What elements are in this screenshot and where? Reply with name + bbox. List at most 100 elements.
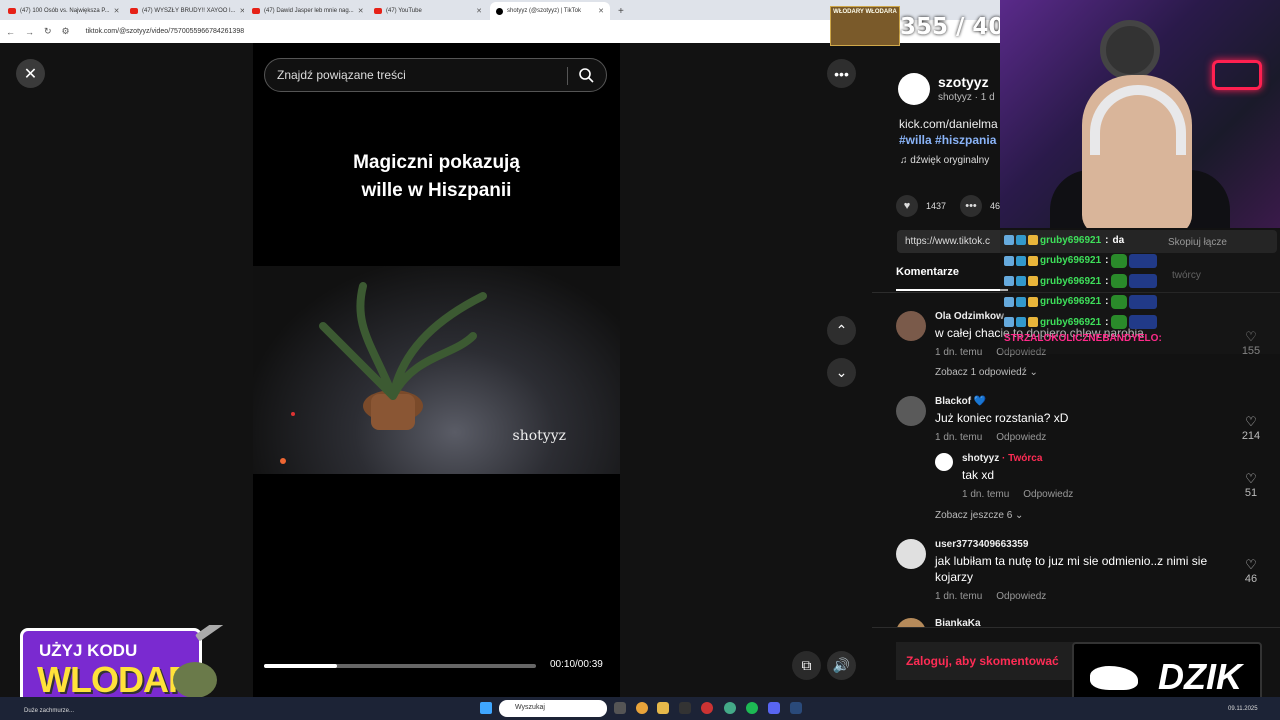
login-to-comment[interactable]: Zaloguj, aby skomentować (896, 642, 1096, 680)
taskbar-search[interactable]: Wyszukaj (499, 700, 607, 717)
pip-button[interactable]: ⧉ (792, 651, 821, 680)
chat-user: gruby696921 (1040, 275, 1102, 287)
forward-icon[interactable]: → (25, 27, 34, 37)
tab-comments[interactable]: Komentarze (896, 266, 959, 278)
reload-icon[interactable]: ↻ (44, 26, 52, 37)
close-tab-icon[interactable]: ✕ (114, 7, 120, 15)
url-field[interactable]: tiktok.com/@szotyyz/video/75700559667842… (86, 28, 245, 35)
comment-user[interactable]: Blackof 💙 (935, 396, 986, 407)
chat-user: gruby696921 (1040, 234, 1102, 246)
comment-item: BiankaKa (896, 618, 1276, 627)
author-name[interactable]: szotyyz (938, 74, 989, 90)
comment-time: 1 dn. temu (935, 591, 983, 602)
like-stat[interactable]: ♥ 1437 (896, 195, 946, 217)
browser-tab-active[interactable]: shotyyz (@szotyyz) | TikTok ✕ (490, 2, 610, 20)
chrome-icon[interactable] (636, 702, 648, 714)
taskbar: Duże zachmurze... Wyszukaj 09.11.2025 (0, 697, 1280, 720)
discord-icon[interactable] (768, 702, 780, 714)
tab-label: (47) WYSZŁY BRUDY!! XAYOO l... (142, 8, 236, 14)
music-row[interactable]: ♫ dźwięk oryginalny (900, 155, 989, 166)
progress-bar[interactable] (264, 664, 536, 668)
new-tab-icon[interactable]: + (618, 6, 624, 17)
view-replies-link[interactable]: Zobacz 1 odpowiedź ⌄ (935, 367, 1038, 378)
avatar[interactable] (935, 453, 953, 471)
comment-time: 1 dn. temu (962, 489, 1010, 500)
copy-link-button[interactable]: Skopiuj łącze (1168, 237, 1227, 248)
next-video-button[interactable]: ⌄ (827, 358, 856, 387)
comment-meta: 1 dn. temu Odpowiedz (935, 432, 1060, 443)
avatar[interactable] (896, 539, 926, 569)
spotify-icon[interactable] (746, 702, 758, 714)
comment-like[interactable]: ♡ 51 (1236, 471, 1266, 499)
video-player[interactable]: Znajdź powiązane treści Magiczni pokazuj… (253, 43, 620, 697)
music-label: dźwięk oryginalny (910, 155, 990, 166)
tiktok-icon (496, 7, 503, 15)
app-icon[interactable] (679, 702, 691, 714)
folder-icon[interactable] (657, 702, 669, 714)
avatar[interactable] (896, 396, 926, 426)
tab-label: (47) YouTube (386, 8, 422, 14)
chevron-up-icon: ⌃ (835, 322, 848, 338)
weather-widget[interactable]: Duże zachmurze... (24, 708, 74, 714)
comment-stat[interactable]: ••• 46 (960, 195, 1000, 217)
reply-link[interactable]: Odpowiedz (1023, 489, 1073, 500)
back-icon[interactable]: ← (6, 27, 15, 37)
site-info-icon[interactable]: ⚙ (62, 26, 70, 37)
emote-icon (1128, 274, 1157, 289)
heart-icon: ♥ (896, 195, 918, 217)
app-icon[interactable] (701, 702, 713, 714)
chrome-icon[interactable] (724, 702, 736, 714)
sub-badge-icon (1016, 276, 1026, 287)
search-icon[interactable] (578, 67, 594, 83)
chat-message: gruby696921: (1000, 312, 1280, 333)
close-tab-icon[interactable]: ✕ (598, 7, 604, 15)
avatar[interactable] (896, 311, 926, 341)
task-view-icon[interactable] (614, 702, 626, 714)
comment-like[interactable]: ♡ 214 (1236, 414, 1266, 442)
chevron-down-icon: ⌄ (835, 364, 848, 380)
comment-user[interactable]: Ola Odzimkow (935, 311, 1004, 322)
steam-icon[interactable] (790, 702, 802, 714)
comment-meta: 1 dn. temu Odpowiedz (962, 489, 1087, 500)
previous-video-button[interactable]: ⌃ (827, 316, 856, 345)
browser-tab[interactable]: (47) YouTube ✕ (368, 2, 488, 20)
chat-message: gruby696921: (1000, 271, 1280, 292)
comment-time: 1 dn. temu (935, 347, 983, 358)
author-avatar[interactable] (898, 73, 930, 105)
reply-link[interactable]: Odpowiedz (996, 432, 1046, 443)
promo-line1: UŻYJ KODU (39, 641, 138, 660)
muscle-badge-icon (1028, 276, 1038, 287)
comment-user[interactable]: shotyyz (962, 453, 999, 464)
comment-text: jak lubiłam ta nutę to juz mi sie odmien… (935, 554, 1208, 584)
close-button[interactable]: ✕ (16, 59, 45, 88)
browser-tab[interactable]: (47) WYSZŁY BRUDY!! XAYOO l... ✕ (124, 2, 244, 20)
heart-outline-icon: ♡ (1245, 414, 1257, 429)
reply-link[interactable]: Odpowiedz (996, 591, 1046, 602)
emote-icon (1128, 294, 1157, 309)
comment-user[interactable]: user3773409663359 (935, 539, 1028, 550)
taskbar-clock[interactable]: 09.11.2025 (1228, 706, 1258, 712)
description-link[interactable]: kick.com/danielma (899, 117, 998, 131)
hashtags[interactable]: #willa #hiszpania (899, 133, 996, 147)
view-more-replies-link[interactable]: Zobacz jeszcze 6 ⌄ (935, 510, 1023, 521)
comment-like[interactable]: ♡ 46 (1236, 557, 1266, 585)
close-tab-icon[interactable]: ✕ (239, 7, 244, 15)
more-options-button[interactable]: ••• (827, 59, 856, 88)
comment-user[interactable]: BiankaKa (935, 618, 981, 627)
youtube-icon (130, 8, 138, 14)
browser-tab[interactable]: (47) 100 Osób vs. Największa P... ✕ (2, 2, 122, 20)
like-count: 214 (1241, 430, 1261, 442)
related-search-input[interactable]: Znajdź powiązane treści (264, 58, 607, 92)
comment-icon: ••• (960, 195, 982, 217)
avatar[interactable] (896, 618, 926, 627)
video-watermark: shotyyz (512, 428, 566, 444)
like-count: 46 (1244, 573, 1258, 585)
author-subtitle: shotyyz · 1 d (938, 92, 995, 103)
windows-start-icon[interactable] (480, 702, 492, 714)
close-tab-icon[interactable]: ✕ (358, 7, 364, 15)
volume-button[interactable]: 🔊 (827, 651, 856, 680)
close-tab-icon[interactable]: ✕ (476, 7, 482, 15)
sword-badge-icon (1004, 235, 1014, 246)
browser-tab[interactable]: (47) Dawid Jasper leb mnie nag... ✕ (246, 2, 366, 20)
chat-message-pink: STRZALOKOLICZNEBANDYELO: (1004, 332, 1162, 344)
